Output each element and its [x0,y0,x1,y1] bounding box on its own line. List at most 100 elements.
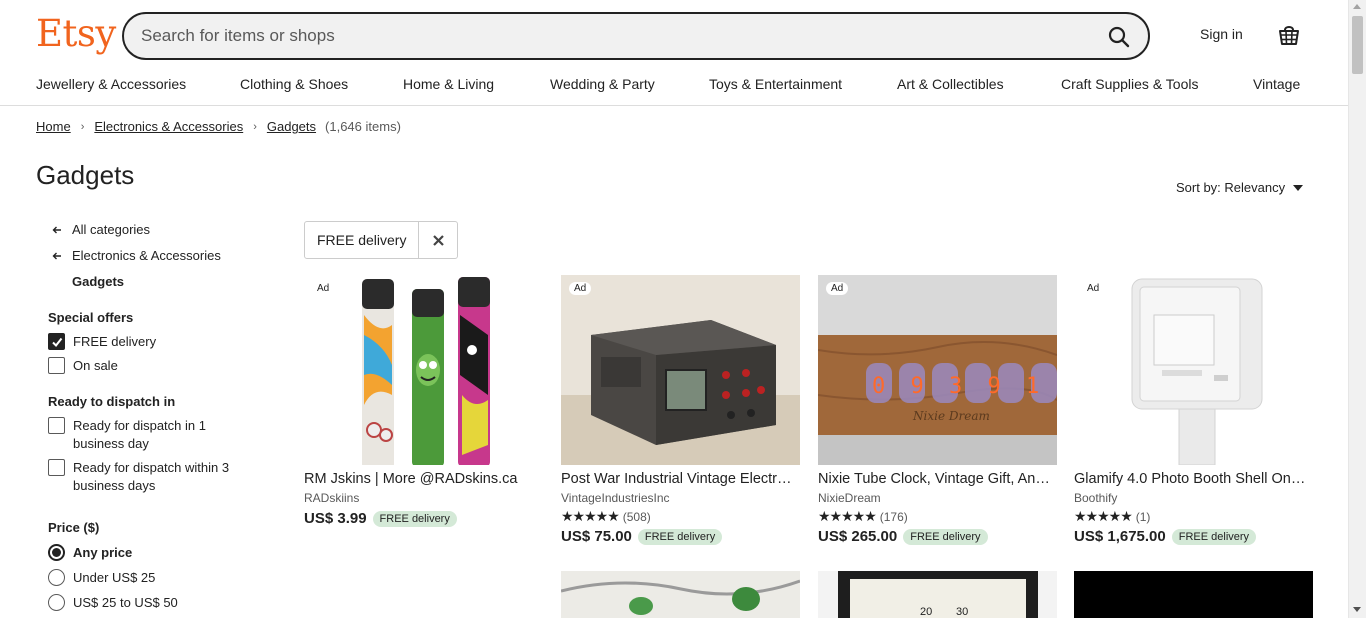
search-bar[interactable] [122,12,1150,60]
nixie-digits: 0 9 3 9 1 8 [872,374,1057,399]
review-count: (1) [1135,509,1151,524]
product-image[interactable] [561,571,800,618]
category-jewellery[interactable]: Jewellery & Accessories [36,76,186,92]
shop-name[interactable]: NixieDream [818,491,1057,505]
sort-dropdown[interactable]: Sort by: Relevancy [1176,180,1304,195]
checkbox[interactable] [48,459,65,476]
free-delivery-checkbox[interactable]: FREE delivery [48,333,156,351]
category-art[interactable]: Art & Collectibles [897,76,1004,92]
product-image[interactable]: Ad 0 9 3 9 1 8 Nixie Dream [818,275,1057,465]
product-image[interactable]: Ad [304,275,543,465]
etsy-logo[interactable]: Etsy [36,12,116,56]
review-count: (176) [879,509,908,524]
category-home-living[interactable]: Home & Living [403,76,494,92]
product-image[interactable]: Ad [1074,275,1313,465]
parent-category-label: Electronics & Accessories [72,248,221,263]
search-button[interactable] [1102,20,1136,54]
scroll-down-arrow-icon[interactable] [1353,607,1361,612]
cart-button[interactable] [1276,22,1302,48]
all-categories-link[interactable]: All categories [52,222,150,237]
product-price: US$ 3.99 [304,510,367,527]
shopping-basket-icon [1279,26,1299,45]
category-vintage[interactable]: Vintage [1253,76,1300,92]
free-delivery-badge: FREE delivery [903,528,988,545]
price-any-radio[interactable]: Any price [48,544,132,562]
arrow-left-icon [52,226,61,233]
radio-selected[interactable] [48,544,65,561]
category-clothing[interactable]: Clothing & Shoes [240,76,348,92]
vintage-oscilloscope-image [561,275,800,465]
product-price: US$ 1,675.00 [1074,528,1166,545]
price-heading: Price ($) [48,520,100,535]
breadcrumb-home[interactable]: Home [36,119,71,134]
product-title[interactable]: Post War Industrial Vintage Electr… [561,471,800,487]
scroll-up-arrow-icon[interactable] [1353,4,1361,9]
product-image[interactable]: 20 30 [818,571,1057,618]
category-toys[interactable]: Toys & Entertainment [709,76,842,92]
star-rating-icon: ★★★★★ [818,508,877,524]
chevron-right-icon: › [80,120,85,133]
scroll-thumb[interactable] [1352,16,1363,74]
checkbox[interactable] [48,417,65,434]
price-25-50-label: US$ 25 to US$ 50 [73,595,178,610]
remove-filter-button[interactable] [419,222,457,258]
price-25-50-radio[interactable]: US$ 25 to US$ 50 [48,594,178,612]
checkbox[interactable] [48,357,65,374]
ad-badge: Ad [1082,282,1105,295]
shop-name[interactable]: VintageIndustriesInc [561,491,800,505]
on-sale-checkbox[interactable]: On sale [48,357,118,375]
free-delivery-badge: FREE delivery [1171,528,1257,545]
search-input[interactable] [141,14,1081,58]
dispatch-1-day-label: Ready for dispatch in 1 business day [73,418,206,451]
dispatch-heading: Ready to dispatch in [48,394,176,409]
ad-badge: Ad [569,282,592,295]
all-categories-label: All categories [72,222,151,237]
product-title[interactable]: Nixie Tube Clock, Vintage Gift, An… [818,471,1057,487]
breadcrumb-gadgets[interactable]: Gadgets [267,119,316,134]
sort-label: Sort by: Relevancy [1176,180,1286,195]
radio[interactable] [48,594,65,611]
checkbox-checked[interactable] [48,333,65,350]
price-any-label: Any price [73,545,133,560]
active-filter-label: FREE delivery [305,222,420,258]
checkmark-icon [51,337,62,347]
product-image[interactable] [1074,571,1313,618]
category-wedding[interactable]: Wedding & Party [550,76,655,92]
ad-badge: Ad [826,282,849,295]
dispatch-1-day-checkbox[interactable]: Ready for dispatch in 1 business day [48,417,248,453]
category-craft-supplies[interactable]: Craft Supplies & Tools [1061,76,1198,92]
radio[interactable] [48,569,65,586]
sign-in-link[interactable]: Sign in [1200,26,1243,42]
dispatch-3-days-label: Ready for dispatch within 3 business day… [73,460,230,493]
shop-name[interactable]: RADskiins [304,491,543,505]
page-title: Gadgets [36,160,135,190]
current-category: Gadgets [72,274,125,289]
price-under-25-radio[interactable]: Under US$ 25 [48,569,155,587]
product-card[interactable]: Ad Glamify 4.0 Photo Booth Shell On… Boo… [1074,275,1313,545]
product-card[interactable]: Ad 0 9 3 9 1 8 Nixie Dream Nixie Tube Cl… [818,275,1057,545]
product-card[interactable]: Ad RM Jskins | More @RADskins.ca RADskii… [304,275,543,527]
product-card[interactable]: Ad Post War Industrial Vintage Electr… V… [561,275,800,545]
page-scrollbar[interactable] [1348,0,1366,618]
analog-meter-image: 20 30 [818,571,1057,618]
active-filter-pill: FREE delivery [304,221,459,259]
free-delivery-badge: FREE delivery [372,510,457,527]
product-price: US$ 75.00 [561,528,632,545]
star-rating-icon: ★★★★★ [1074,508,1133,524]
meter-tick: 30 [956,606,968,618]
breadcrumb-electronics[interactable]: Electronics & Accessories [94,119,243,134]
category-nav: Jewellery & Accessories Clothing & Shoes… [0,72,1348,106]
close-icon [433,234,444,246]
parent-category-link[interactable]: Electronics & Accessories [52,248,221,263]
dispatch-3-days-checkbox[interactable]: Ready for dispatch within 3 business day… [48,459,248,495]
shop-name[interactable]: Boothify [1074,491,1313,505]
product-image[interactable]: Ad [561,275,800,465]
breadcrumb: Home › Electronics & Accessories › Gadge… [36,119,401,134]
arrow-left-icon [52,252,61,259]
on-sale-label: On sale [73,358,118,373]
chevron-right-icon: › [253,120,257,133]
product-rating: ★★★★★ (1) [1074,508,1313,525]
price-under-25-label: Under US$ 25 [73,570,156,585]
product-title[interactable]: Glamify 4.0 Photo Booth Shell On… [1074,471,1313,487]
product-title[interactable]: RM Jskins | More @RADskins.ca [304,471,543,487]
